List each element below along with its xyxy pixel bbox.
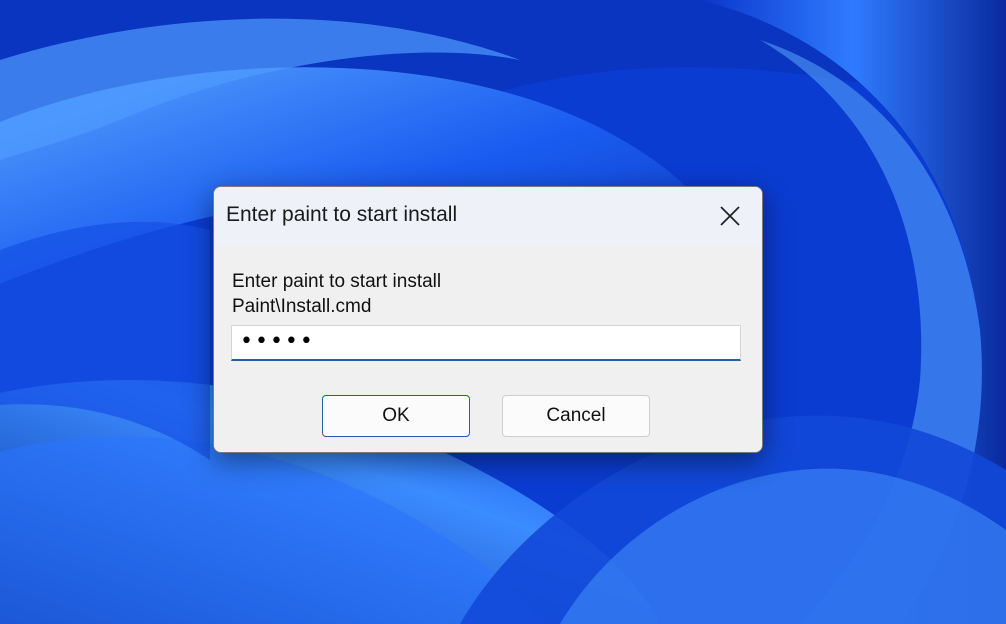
cancel-button[interactable]: Cancel bbox=[502, 395, 650, 437]
prompt-text: Enter paint to start install bbox=[232, 271, 442, 292]
password-input[interactable]: ••••• bbox=[231, 325, 741, 361]
close-button[interactable] bbox=[698, 187, 762, 245]
dialog-body: Enter paint to start install Paint\Insta… bbox=[214, 245, 762, 452]
title-bar[interactable]: Enter paint to start install bbox=[214, 187, 762, 245]
window-title: Enter paint to start install bbox=[226, 203, 458, 226]
prompt-path: Paint\Install.cmd bbox=[232, 296, 372, 317]
ok-button[interactable]: OK bbox=[322, 395, 470, 437]
close-icon bbox=[720, 206, 740, 226]
input-dialog: Enter paint to start install Enter paint… bbox=[213, 186, 763, 453]
